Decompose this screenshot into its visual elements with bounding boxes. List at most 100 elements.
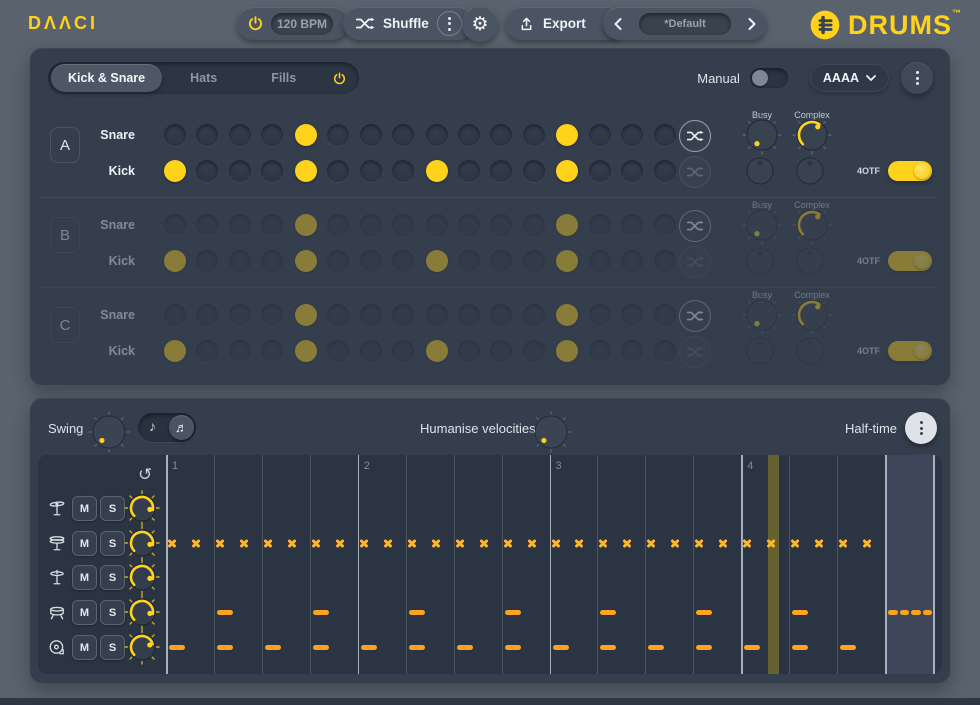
pattern-menu-button[interactable] [901, 62, 933, 94]
row-shuffle-button-snare[interactable] [679, 300, 711, 332]
preset-name[interactable]: *Default [639, 13, 731, 35]
snare-drum-fill-hit[interactable] [900, 610, 910, 615]
step-kick-8[interactable] [392, 250, 414, 272]
step-snare-16[interactable] [654, 124, 676, 146]
step-snare-15[interactable] [621, 304, 643, 326]
kick-drum-hit[interactable] [361, 645, 377, 650]
fotf-toggle[interactable] [888, 251, 932, 271]
kick-drum-hit[interactable] [505, 645, 521, 650]
step-snare-11[interactable] [490, 304, 512, 326]
complex-knob[interactable] [792, 205, 832, 245]
step-kick-14[interactable] [589, 340, 611, 362]
hihat-hit[interactable] [263, 538, 273, 548]
step-snare-14[interactable] [589, 304, 611, 326]
spare-knob-1[interactable] [742, 153, 778, 189]
busy-knob[interactable] [742, 295, 782, 335]
hihat-hit[interactable] [479, 538, 489, 548]
step-kick-3[interactable] [229, 160, 251, 182]
solo-button-ride-cymbal[interactable]: S [100, 565, 125, 590]
tab-kick-snare[interactable]: Kick & Snare [51, 64, 162, 92]
groove-menu-button[interactable] [905, 412, 937, 444]
hihat-hit[interactable] [239, 538, 249, 548]
hihat-hit[interactable] [167, 538, 177, 548]
step-kick-16[interactable] [654, 250, 676, 272]
hihat-hit[interactable] [670, 538, 680, 548]
hihat-hit[interactable] [766, 538, 776, 548]
step-kick-16[interactable] [654, 160, 676, 182]
snare-drum-hit[interactable] [600, 610, 616, 615]
settings-button[interactable]: ⚙ [462, 6, 498, 42]
step-kick-11[interactable] [490, 160, 512, 182]
power-icon[interactable] [247, 15, 264, 32]
kick-drum-hit[interactable] [696, 645, 712, 650]
snare-drum-hit[interactable] [505, 610, 521, 615]
tab-hats[interactable]: Hats [164, 64, 243, 92]
step-kick-3[interactable] [229, 340, 251, 362]
step-snare-1[interactable] [164, 214, 186, 236]
step-snare-14[interactable] [589, 214, 611, 236]
solo-button-crash-cymbal[interactable]: S [100, 496, 125, 521]
hihat-hit[interactable] [551, 538, 561, 548]
step-snare-13[interactable] [556, 124, 578, 146]
step-kick-12[interactable] [523, 160, 545, 182]
step-snare-7[interactable] [360, 214, 382, 236]
step-kick-10[interactable] [458, 250, 480, 272]
bpm-display[interactable]: 120 BPM [271, 13, 333, 35]
step-snare-2[interactable] [196, 214, 218, 236]
hihat-hit[interactable] [215, 538, 225, 548]
step-snare-3[interactable] [229, 214, 251, 236]
step-kick-12[interactable] [523, 250, 545, 272]
snare-drum-hit[interactable] [313, 610, 329, 615]
hihat-hit[interactable] [646, 538, 656, 548]
preset-next-button[interactable] [748, 18, 756, 30]
step-kick-12[interactable] [523, 340, 545, 362]
mute-button-ride-cymbal[interactable]: M [72, 565, 97, 590]
shuffle-button[interactable]: Shuffle [343, 7, 475, 40]
step-kick-11[interactable] [490, 250, 512, 272]
step-kick-3[interactable] [229, 250, 251, 272]
step-kick-2[interactable] [196, 250, 218, 272]
row-shuffle-button-snare[interactable] [679, 120, 711, 152]
level-knob-snare-drum[interactable] [124, 594, 160, 630]
mute-button-hihat[interactable]: M [72, 531, 97, 556]
kick-drum-hit[interactable] [792, 645, 808, 650]
hihat-hit[interactable] [311, 538, 321, 548]
step-kick-14[interactable] [589, 250, 611, 272]
level-knob-crash-cymbal[interactable] [124, 490, 160, 526]
step-kick-15[interactable] [621, 250, 643, 272]
kick-drum-hit[interactable] [265, 645, 281, 650]
step-snare-8[interactable] [392, 304, 414, 326]
step-snare-8[interactable] [392, 124, 414, 146]
step-kick-6[interactable] [327, 340, 349, 362]
step-snare-16[interactable] [654, 214, 676, 236]
step-kick-1[interactable] [164, 250, 186, 272]
snare-drum-hit[interactable] [792, 610, 808, 615]
hihat-hit[interactable] [718, 538, 728, 548]
hihat-hit[interactable] [383, 538, 393, 548]
tab-fills[interactable]: Fills [245, 64, 322, 92]
kick-drum-hit[interactable] [648, 645, 664, 650]
step-snare-7[interactable] [360, 124, 382, 146]
kick-drum-hit[interactable] [744, 645, 760, 650]
step-kick-14[interactable] [589, 160, 611, 182]
step-snare-4[interactable] [261, 304, 283, 326]
step-snare-13[interactable] [556, 214, 578, 236]
level-knob-kick-drum[interactable] [124, 629, 160, 665]
spare-knob-1[interactable] [742, 243, 778, 279]
step-kick-9[interactable] [426, 160, 448, 182]
hihat-hit[interactable] [694, 538, 704, 548]
step-snare-3[interactable] [229, 124, 251, 146]
groove-grid[interactable]: 1234↺MSMSMSMSMS [38, 455, 942, 674]
step-snare-5[interactable] [295, 124, 317, 146]
shuffle-menu-button[interactable] [437, 11, 462, 36]
level-knob-ride-cymbal[interactable] [124, 559, 160, 595]
kick-drum-hit[interactable] [840, 645, 856, 650]
step-kick-5[interactable] [295, 160, 317, 182]
row-shuffle-button-kick[interactable] [679, 246, 711, 278]
note-resolution-toggle[interactable]: ♪ ♬ [138, 413, 196, 442]
step-snare-10[interactable] [458, 124, 480, 146]
step-kick-2[interactable] [196, 340, 218, 362]
undo-icon[interactable]: ↺ [138, 466, 152, 483]
step-kick-11[interactable] [490, 340, 512, 362]
step-kick-15[interactable] [621, 160, 643, 182]
